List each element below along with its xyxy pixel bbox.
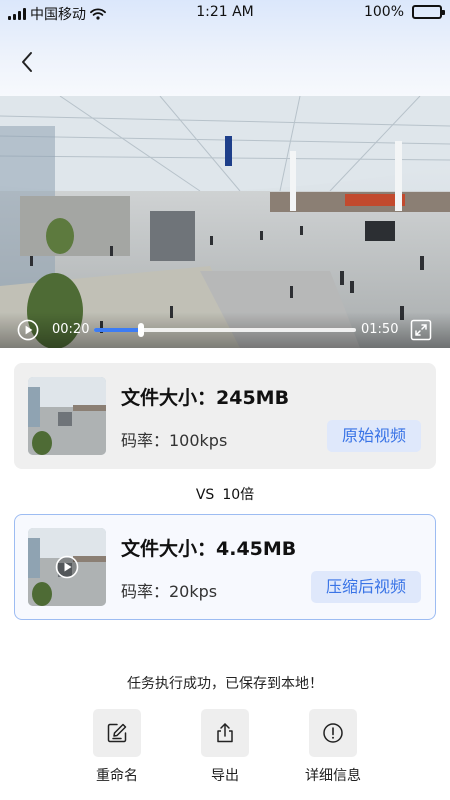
- current-time: 00:20: [52, 322, 90, 337]
- comparison-label: VS 10倍: [0, 484, 450, 504]
- total-time: 01:50: [361, 322, 399, 337]
- details-button[interactable]: 详细信息: [293, 709, 373, 785]
- progress-played: [94, 328, 142, 332]
- details-label: 详细信息: [305, 768, 361, 784]
- rename-button[interactable]: 重命名: [77, 709, 157, 785]
- play-icon[interactable]: [55, 555, 79, 579]
- original-bitrate: 码率：100kps: [121, 431, 228, 450]
- fullscreen-icon[interactable]: [410, 319, 432, 341]
- video-player[interactable]: 00:20 01:50: [0, 96, 450, 348]
- compressed-video-button[interactable]: 压缩后视频: [310, 571, 421, 603]
- rename-label: 重命名: [96, 768, 138, 784]
- export-label: 导出: [211, 768, 239, 784]
- chevron-left-icon[interactable]: [14, 48, 42, 76]
- edit-icon: [107, 723, 127, 743]
- original-file-size: 文件大小：245MB: [121, 387, 290, 409]
- rename-icon-box: [93, 709, 141, 757]
- info-icon: [323, 723, 343, 743]
- status-bar: 中国移动 1:21 AM 100%: [0, 0, 450, 28]
- details-icon-box: [309, 709, 357, 757]
- success-message: 任务执行成功，已保存到本地！: [127, 676, 323, 692]
- original-thumbnail[interactable]: [28, 377, 106, 455]
- progress-bar[interactable]: [94, 323, 356, 337]
- video-frame: [0, 96, 450, 348]
- play-icon[interactable]: [17, 319, 39, 341]
- progress-thumb[interactable]: [138, 323, 145, 337]
- compressed-bitrate: 码率：20kps: [121, 582, 218, 601]
- compressed-thumbnail[interactable]: [28, 528, 106, 606]
- original-thumbnail-image: [28, 377, 106, 455]
- ratio-text: 10倍: [222, 487, 255, 503]
- export-icon-box: [201, 709, 249, 757]
- vs-text: VS: [195, 487, 215, 503]
- battery-percent: 100%: [363, 4, 404, 20]
- player-controls: 00:20 01:50: [0, 312, 450, 348]
- compressed-file-size: 文件大小：4.45MB: [121, 538, 297, 560]
- status-right: 100%: [363, 4, 445, 20]
- original-video-card: 文件大小：245MB 码率：100kps 原始视频: [14, 363, 436, 469]
- battery-icon: [412, 5, 445, 19]
- share-icon: [217, 723, 233, 743]
- original-video-button[interactable]: 原始视频: [326, 420, 421, 452]
- export-button[interactable]: 导出: [185, 709, 265, 785]
- compressed-video-card: 文件大小：4.45MB 码率：20kps 压缩后视频: [14, 514, 436, 620]
